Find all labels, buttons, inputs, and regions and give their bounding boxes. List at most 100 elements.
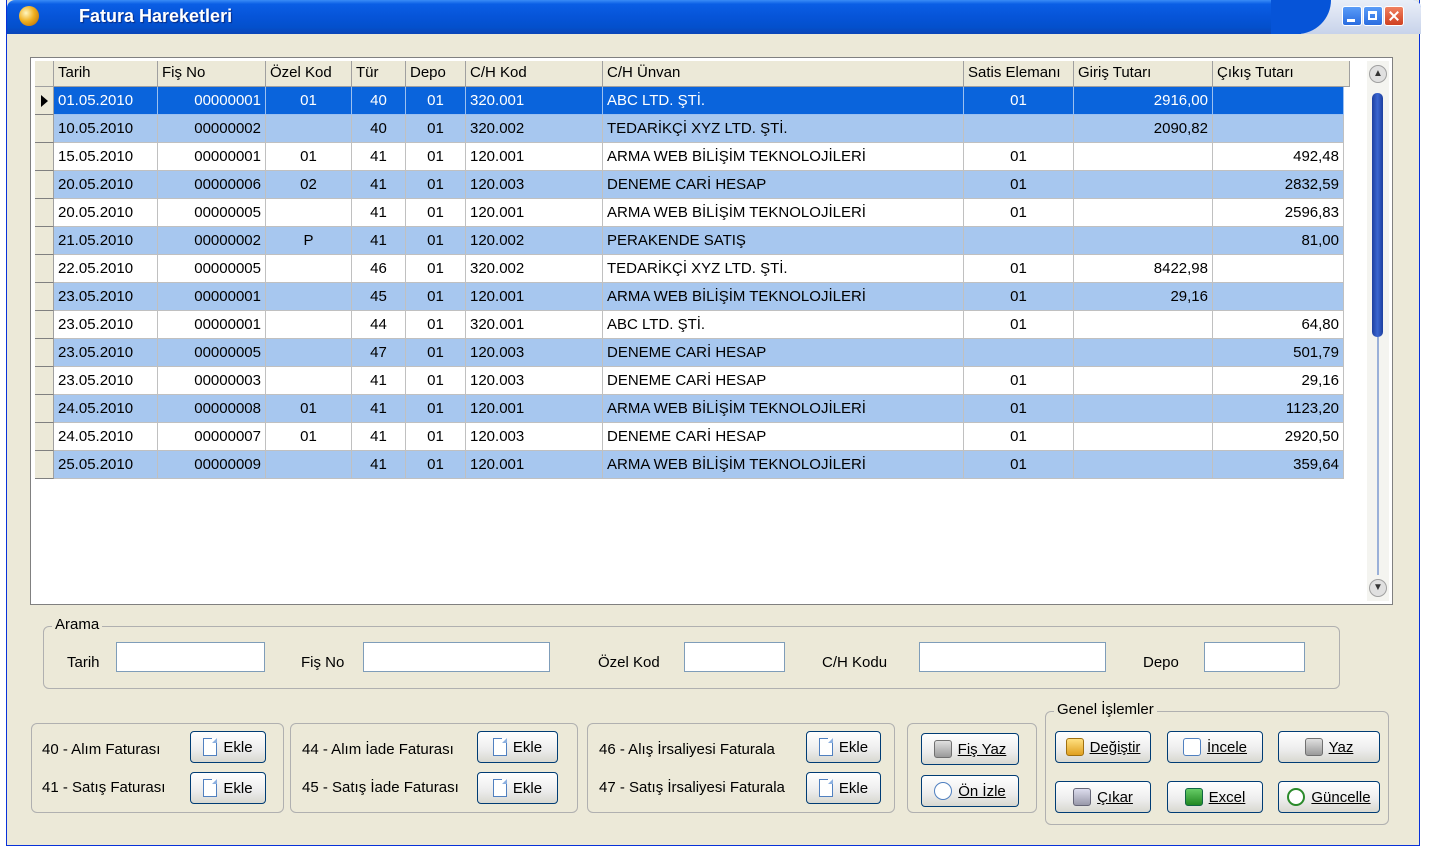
minimize-icon[interactable]	[1342, 6, 1362, 26]
cell-giris-tutari[interactable]	[1074, 395, 1213, 423]
cell-ozel-kod[interactable]	[266, 115, 352, 143]
column-header-ch-unvan[interactable]: C/H Ünvan	[603, 61, 964, 87]
cell-depo[interactable]: 01	[406, 367, 466, 395]
cell-tur[interactable]: 46	[352, 255, 406, 283]
cell-cikis-tutari[interactable]	[1213, 255, 1344, 283]
cell-tur[interactable]: 41	[352, 227, 406, 255]
cell-cikis-tutari[interactable]: 359,64	[1213, 451, 1344, 479]
scroll-track[interactable]	[1377, 337, 1379, 575]
incele-button[interactable]: İncele	[1167, 731, 1263, 763]
cell-ch-kod[interactable]: 120.002	[466, 227, 603, 255]
close-icon[interactable]	[1384, 6, 1404, 26]
depo-input[interactable]	[1204, 642, 1305, 672]
table-row[interactable]: 25.05.2010 00000009 41 01 120.001 ARMA WEB Bİ…	[54, 451, 1344, 479]
row-selector[interactable]	[35, 199, 54, 227]
cell-cikis-tutari[interactable]: 501,79	[1213, 339, 1344, 367]
cell-satis-elemani[interactable]: 01	[964, 171, 1074, 199]
cell-cikis-tutari[interactable]	[1213, 283, 1344, 311]
cell-tur[interactable]: 41	[352, 451, 406, 479]
cell-fis-no[interactable]: 00000005	[158, 199, 266, 227]
cell-ch-unvan[interactable]: DENEME CARİ HESAP	[603, 171, 964, 199]
cell-ozel-kod[interactable]: 02	[266, 171, 352, 199]
cell-depo[interactable]: 01	[406, 255, 466, 283]
cell-ch-unvan[interactable]: ARMA WEB BİLİŞİM TEKNOLOJİLERİ	[603, 451, 964, 479]
table-row[interactable]: 20.05.2010 00000006 02 41 01 120.003 DENEME CA…	[54, 171, 1344, 199]
cell-ch-unvan[interactable]: DENEME CARİ HESAP	[603, 339, 964, 367]
cell-tur[interactable]: 47	[352, 339, 406, 367]
row-selector[interactable]	[35, 367, 54, 395]
cell-satis-elemani[interactable]: 01	[964, 451, 1074, 479]
cell-depo[interactable]: 01	[406, 423, 466, 451]
add-alim-faturasi-button[interactable]: Ekle	[190, 731, 266, 763]
cell-tarih[interactable]: 25.05.2010	[54, 451, 158, 479]
cikar-button[interactable]: Çıkar	[1055, 781, 1151, 813]
cell-tur[interactable]: 41	[352, 423, 406, 451]
ch-kodu-input[interactable]	[919, 642, 1106, 672]
cell-satis-elemani[interactable]	[964, 339, 1074, 367]
cell-ch-kod[interactable]: 120.001	[466, 395, 603, 423]
cell-ch-unvan[interactable]: DENEME CARİ HESAP	[603, 367, 964, 395]
cell-ch-unvan[interactable]: PERAKENDE SATIŞ	[603, 227, 964, 255]
cell-satis-elemani[interactable]: 01	[964, 367, 1074, 395]
cell-tur[interactable]: 41	[352, 143, 406, 171]
cell-ch-kod[interactable]: 120.001	[466, 143, 603, 171]
fis-yaz-button[interactable]: Fiş Yaz	[921, 733, 1019, 765]
title-bar[interactable]: Fatura Hareketleri	[7, 0, 1421, 34]
cell-fis-no[interactable]: 00000005	[158, 255, 266, 283]
cell-tur[interactable]: 41	[352, 367, 406, 395]
cell-giris-tutari[interactable]	[1074, 451, 1213, 479]
column-header-cikis-tutari[interactable]: Çıkış Tutarı	[1213, 61, 1350, 87]
invoice-grid[interactable]: Tarih Fiş No Özel Kod Tür Depo C/H Kod C…	[30, 57, 1393, 605]
scroll-thumb[interactable]	[1372, 93, 1383, 337]
cell-giris-tutari[interactable]	[1074, 423, 1213, 451]
cell-depo[interactable]: 01	[406, 143, 466, 171]
add-alim-iade-faturasi-button[interactable]: Ekle	[477, 731, 558, 763]
cell-ch-kod[interactable]: 320.001	[466, 87, 603, 115]
cell-depo[interactable]: 01	[406, 339, 466, 367]
row-selector[interactable]	[35, 339, 54, 367]
cell-tarih[interactable]: 15.05.2010	[54, 143, 158, 171]
cell-tarih[interactable]: 23.05.2010	[54, 367, 158, 395]
cell-depo[interactable]: 01	[406, 115, 466, 143]
row-selector[interactable]	[35, 255, 54, 283]
cell-tarih[interactable]: 23.05.2010	[54, 339, 158, 367]
cell-giris-tutari[interactable]	[1074, 199, 1213, 227]
cell-ch-kod[interactable]: 120.001	[466, 199, 603, 227]
cell-tarih[interactable]: 10.05.2010	[54, 115, 158, 143]
cell-ch-kod[interactable]: 120.001	[466, 283, 603, 311]
cell-tarih[interactable]: 20.05.2010	[54, 171, 158, 199]
row-selector[interactable]	[35, 395, 54, 423]
cell-tur[interactable]: 45	[352, 283, 406, 311]
table-row[interactable]: 24.05.2010 00000007 01 41 01 120.003 DENEME CA…	[54, 423, 1344, 451]
cell-ch-unvan[interactable]: ABC LTD. ŞTİ.	[603, 87, 964, 115]
cell-cikis-tutari[interactable]: 64,80	[1213, 311, 1344, 339]
row-selector[interactable]	[35, 143, 54, 171]
cell-cikis-tutari[interactable]	[1213, 87, 1344, 115]
table-row[interactable]: 20.05.2010 00000005 41 01 120.001 ARMA WEB Bİ…	[54, 199, 1344, 227]
table-row[interactable]: 01.05.2010 00000001 01 40 01 320.001 ABC LTD. …	[54, 87, 1344, 115]
cell-ozel-kod[interactable]: P	[266, 227, 352, 255]
cell-satis-elemani[interactable]: 01	[964, 311, 1074, 339]
cell-fis-no[interactable]: 00000002	[158, 227, 266, 255]
cell-cikis-tutari[interactable]	[1213, 115, 1344, 143]
cell-ch-unvan[interactable]: ARMA WEB BİLİŞİM TEKNOLOJİLERİ	[603, 143, 964, 171]
column-header-depo[interactable]: Depo	[406, 61, 466, 87]
cell-ozel-kod[interactable]	[266, 311, 352, 339]
fis-no-input[interactable]	[363, 642, 550, 672]
cell-ozel-kod[interactable]: 01	[266, 395, 352, 423]
table-row[interactable]: 23.05.2010 00000005 47 01 120.003 DENEME CARİ…	[54, 339, 1344, 367]
cell-tarih[interactable]: 24.05.2010	[54, 395, 158, 423]
cell-ozel-kod[interactable]: 01	[266, 423, 352, 451]
cell-giris-tutari[interactable]: 8422,98	[1074, 255, 1213, 283]
cell-tur[interactable]: 40	[352, 115, 406, 143]
cell-satis-elemani[interactable]	[964, 227, 1074, 255]
yaz-button[interactable]: Yaz	[1278, 731, 1380, 763]
cell-satis-elemani[interactable]: 01	[964, 87, 1074, 115]
table-row[interactable]: 23.05.2010 00000003 41 01 120.003 DENEME CARİ…	[54, 367, 1344, 395]
cell-tarih[interactable]: 20.05.2010	[54, 199, 158, 227]
cell-ch-kod[interactable]: 120.003	[466, 423, 603, 451]
cell-satis-elemani[interactable]: 01	[964, 423, 1074, 451]
cell-ozel-kod[interactable]	[266, 199, 352, 227]
cell-fis-no[interactable]: 00000001	[158, 87, 266, 115]
cell-depo[interactable]: 01	[406, 451, 466, 479]
